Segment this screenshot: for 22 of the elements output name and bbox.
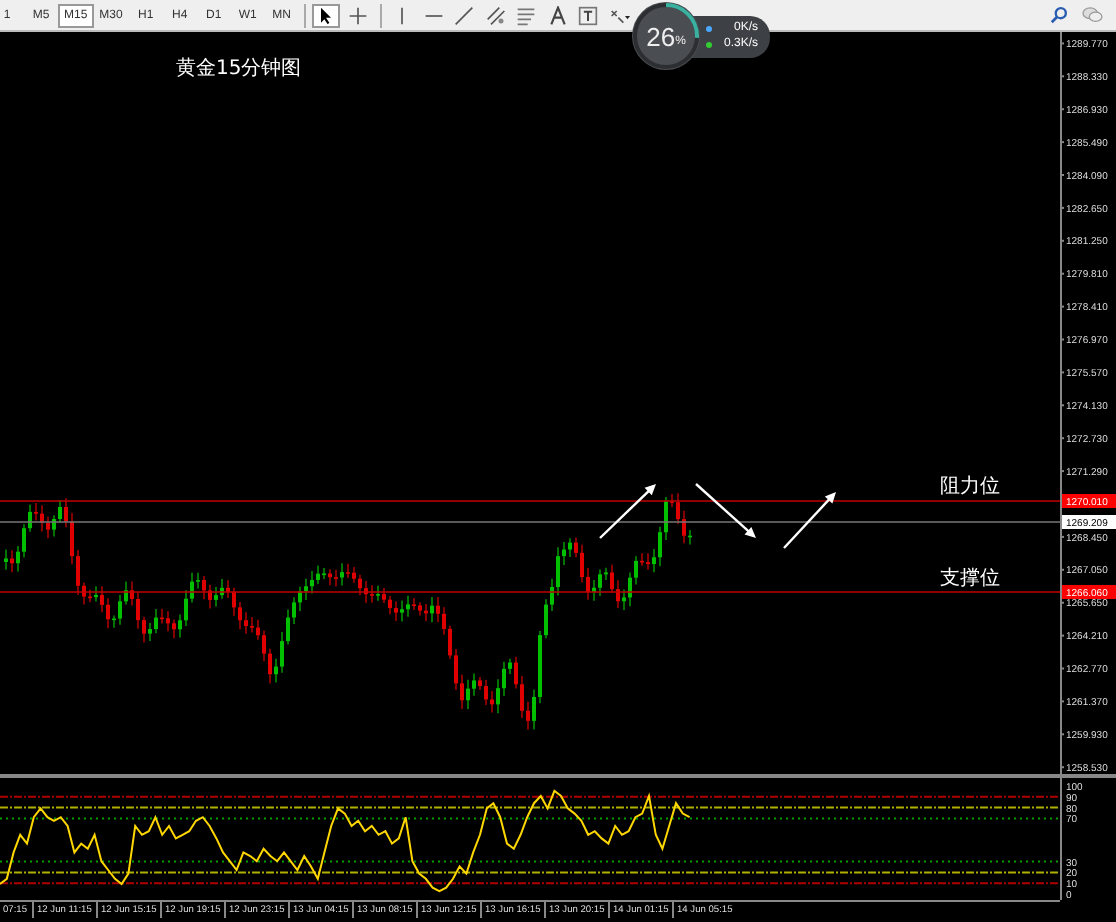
crosshair-icon <box>347 5 368 25</box>
cursor-tool-button[interactable] <box>312 3 341 27</box>
channel-tool-button[interactable] <box>481 3 510 27</box>
text-label-icon <box>578 5 599 25</box>
trend-line-tool-button[interactable] <box>450 3 479 27</box>
chart-title: 黄金15分钟图 <box>176 58 302 80</box>
text-tool-icon <box>547 5 568 25</box>
fibonacci-icon <box>516 5 537 25</box>
arrow <box>695 483 756 538</box>
resistance-label: 阻力位 <box>940 476 1000 498</box>
arrow <box>783 492 836 549</box>
text-label-tool-button[interactable] <box>574 3 603 27</box>
support-label: 支撑位 <box>940 568 1000 590</box>
channel-icon <box>485 5 506 25</box>
gauge-percent: 26 <box>646 21 676 51</box>
arrow <box>599 484 656 539</box>
cursor-icon <box>316 5 337 25</box>
trend-line-icon <box>454 5 475 25</box>
search-icon[interactable] <box>1050 6 1068 24</box>
upload-dot-icon <box>706 25 712 31</box>
shapes-menu-icon <box>609 5 630 25</box>
download-dot-icon <box>706 41 712 47</box>
